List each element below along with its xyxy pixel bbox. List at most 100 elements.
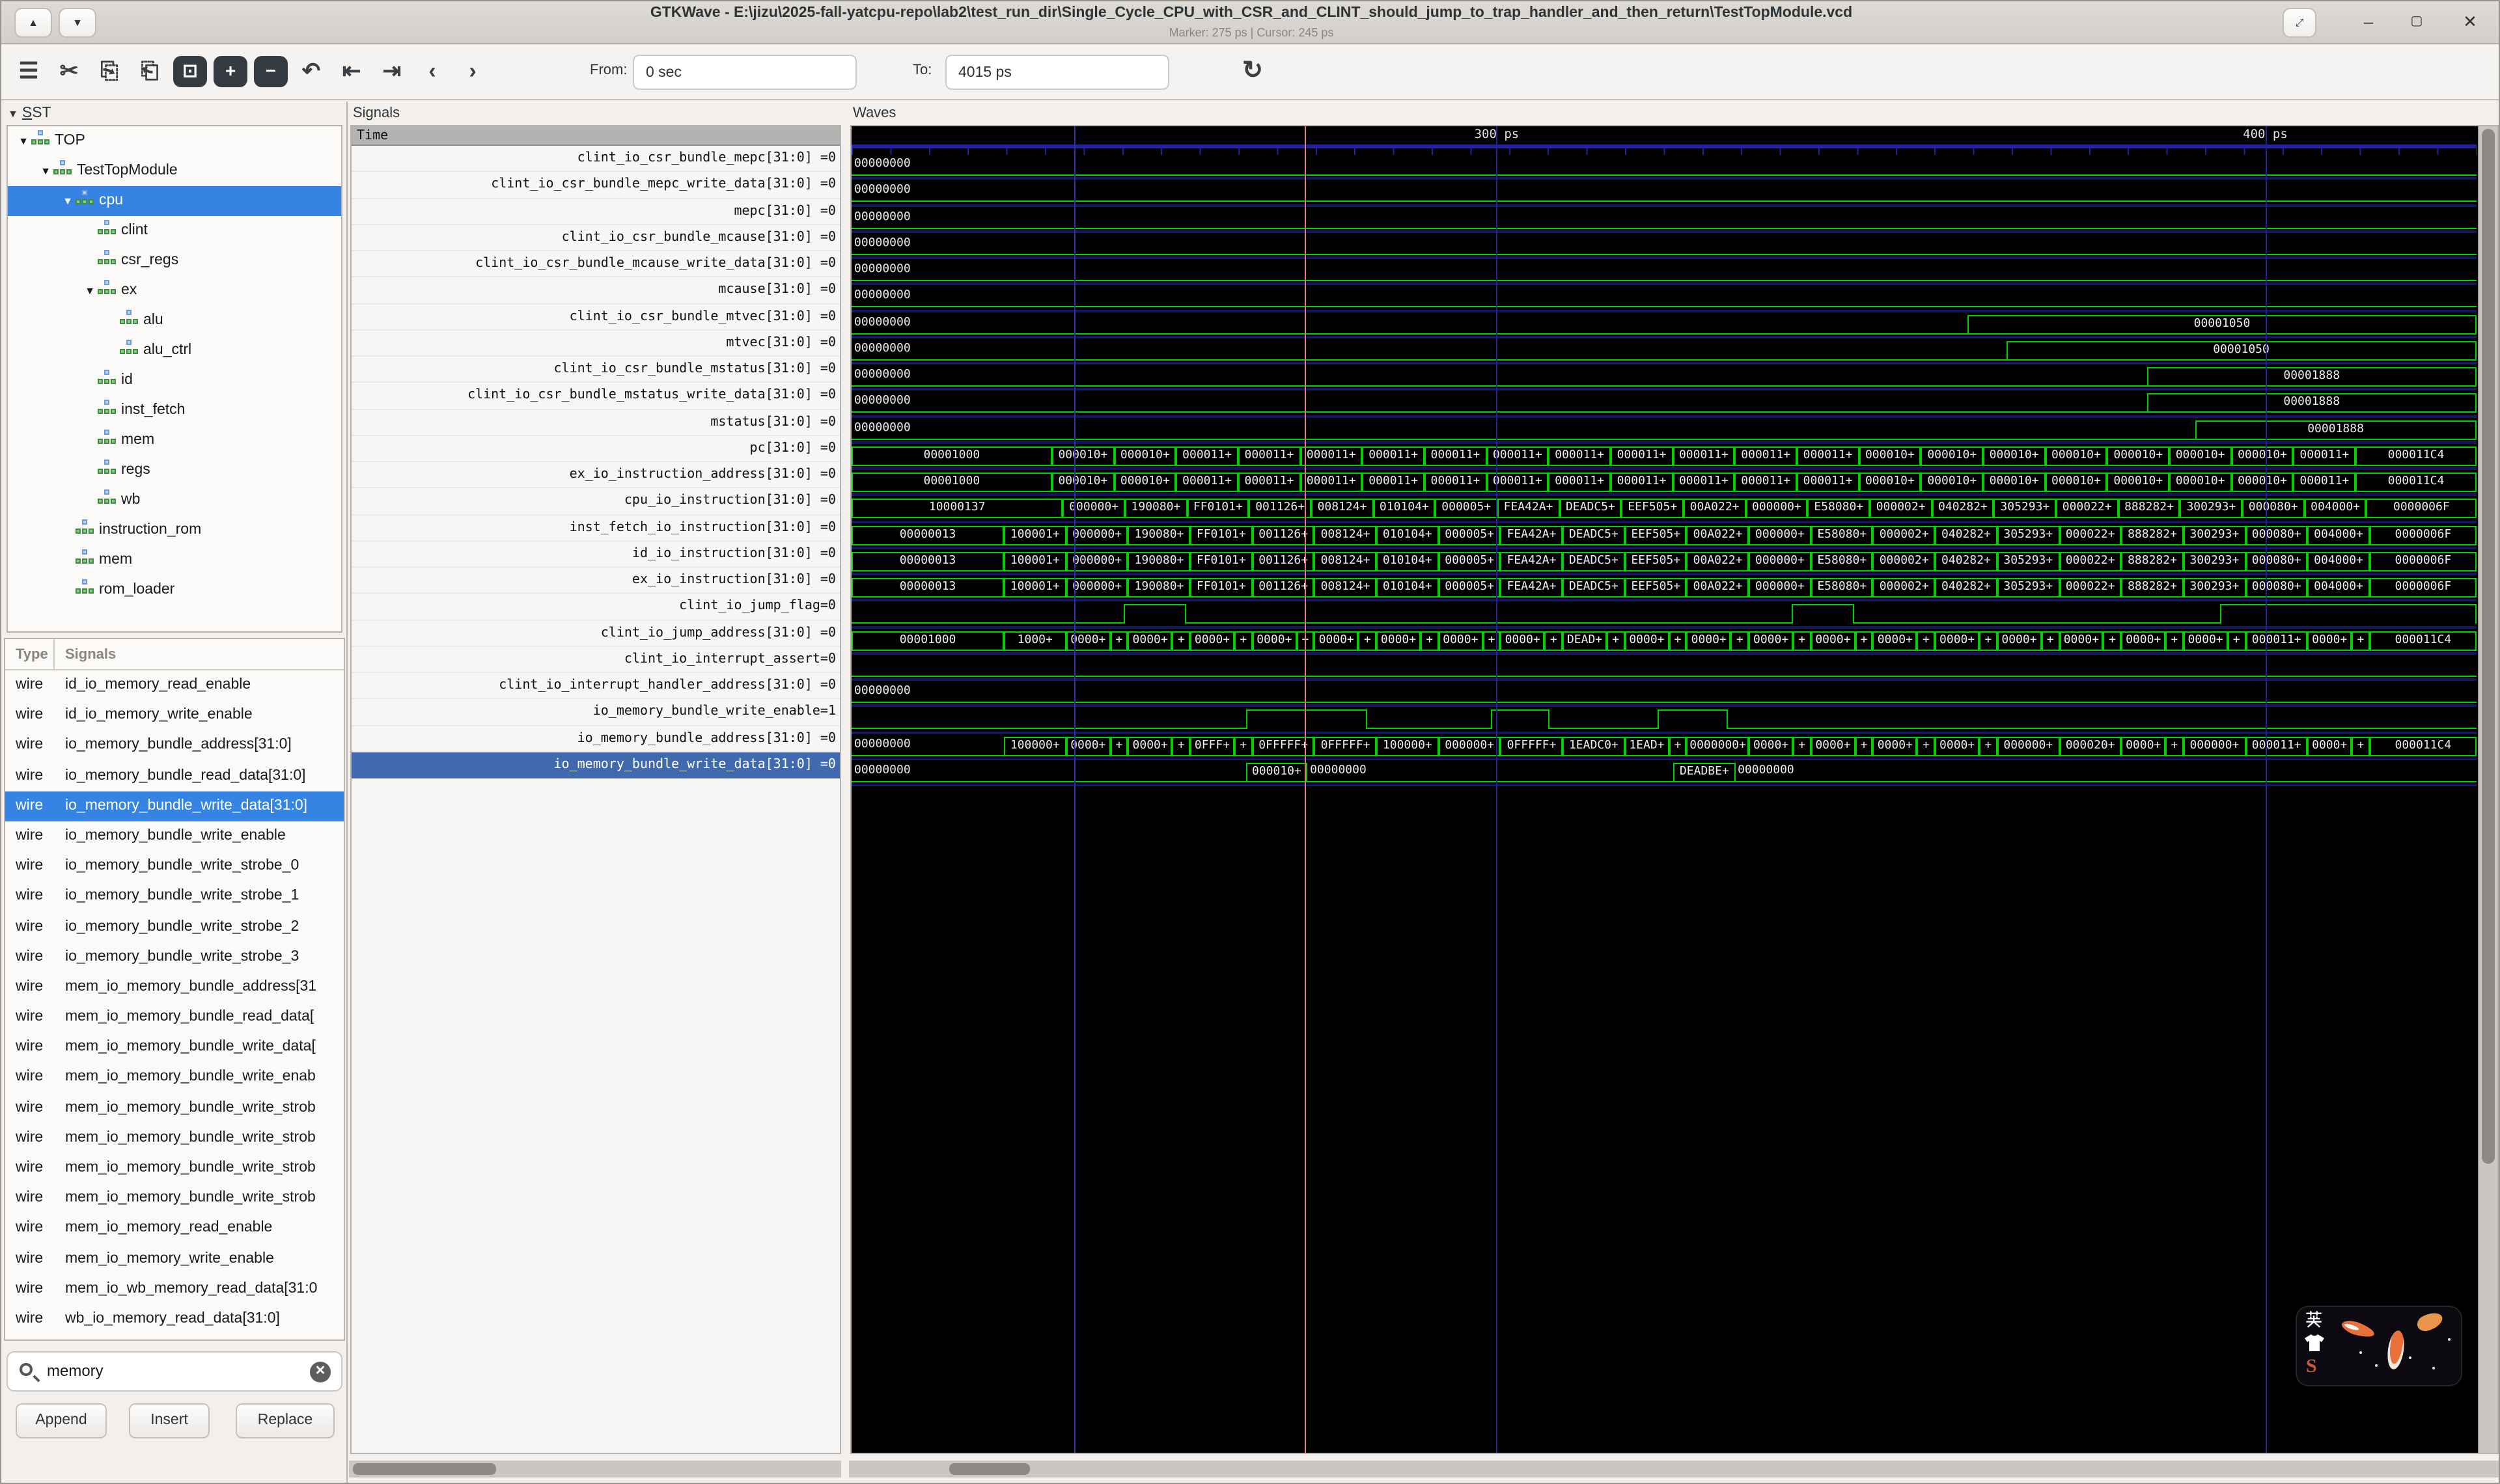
signal-row[interactable]: io_memory_bundle_write_enable=1 — [352, 700, 840, 726]
filter-row[interactable]: wiremem_io_memory_bundle_read_data[ — [5, 1002, 344, 1032]
signal-row[interactable]: ex_io_instruction[31:0] =0 — [352, 568, 840, 594]
signal-row[interactable]: clint_io_jump_flag=0 — [352, 594, 840, 621]
signal-row[interactable]: mepc[31:0] =0 — [352, 199, 840, 225]
tree-item-mem[interactable]: mem — [8, 426, 341, 456]
shade-down-button[interactable]: ▼ — [59, 8, 96, 38]
from-input[interactable] — [633, 55, 857, 90]
tree-item-wb[interactable]: wb — [8, 486, 341, 515]
tree-item-alu_ctrl[interactable]: alu_ctrl — [8, 336, 341, 366]
signal-row[interactable]: clint_io_csr_bundle_mstatus[31:0] =0 — [352, 357, 840, 383]
signal-row[interactable]: clint_io_csr_bundle_mcause[31:0] =0 — [352, 225, 840, 252]
tree-item-inst_fetch[interactable]: inst_fetch — [8, 396, 341, 426]
signal-search[interactable]: memory ✕ — [7, 1351, 342, 1392]
cut-icon[interactable]: ✂ — [52, 55, 86, 89]
signal-row[interactable]: id_io_instruction[31:0] =0 — [352, 542, 840, 568]
signal-row[interactable]: mcause[31:0] =0 — [352, 278, 840, 305]
signal-row[interactable]: cpu_io_instruction[31:0] =0 — [352, 489, 840, 515]
close-button[interactable]: ✕ — [2454, 7, 2486, 38]
next-edge-icon[interactable]: › — [456, 55, 490, 89]
filter-row[interactable]: wireio_memory_bundle_write_enable — [5, 821, 344, 851]
shade-up-button[interactable]: ▲ — [14, 8, 52, 38]
signal-row[interactable]: clint_io_interrupt_handler_address[31:0]… — [352, 673, 840, 700]
zoom-fit-icon[interactable]: ⊡ — [173, 56, 207, 87]
sst-header[interactable]: ▼SST — [8, 105, 51, 121]
insert-button[interactable]: Insert — [129, 1403, 210, 1438]
filter-row[interactable]: wiremem_io_memory_bundle_write_strob — [5, 1093, 344, 1123]
signal-row[interactable]: clint_io_jump_address[31:0] =0 — [352, 620, 840, 647]
search-input[interactable]: memory — [47, 1362, 104, 1380]
filter-row[interactable]: wiremem_io_wb_memory_read_data[31:0 — [5, 1274, 344, 1304]
replace-button[interactable]: Replace — [236, 1403, 335, 1438]
minimize-button[interactable]: – — [2353, 7, 2384, 38]
prev-edge-icon[interactable]: ‹ — [415, 55, 449, 89]
tree-item-TOP[interactable]: ▼TOP — [8, 126, 341, 156]
tree-item-regs[interactable]: regs — [8, 456, 341, 486]
tree-item-cpu[interactable]: ▼cpu — [8, 186, 341, 216]
marker-line[interactable] — [1305, 126, 1306, 1453]
expander-icon[interactable]: ▼ — [38, 156, 53, 186]
signal-row[interactable]: clint_io_csr_bundle_mtvec[31:0] =0 — [352, 304, 840, 331]
filter-row[interactable]: wiremem_io_memory_write_enable — [5, 1244, 344, 1274]
filter-row[interactable]: wireio_memory_bundle_write_strobe_0 — [5, 851, 344, 881]
filter-row[interactable]: wiremem_io_memory_bundle_write_strob — [5, 1123, 344, 1153]
filter-row[interactable]: wireio_memory_bundle_address[31:0] — [5, 731, 344, 761]
filter-row[interactable]: wiremem_io_memory_bundle_write_strob — [5, 1153, 344, 1183]
filter-row[interactable]: wireio_memory_bundle_write_strobe_1 — [5, 882, 344, 912]
signal-row[interactable]: io_memory_bundle_write_data[31:0] =0 — [352, 752, 840, 779]
clear-search-icon[interactable]: ✕ — [310, 1362, 331, 1382]
expander-icon[interactable]: ▼ — [16, 126, 31, 156]
signal-row[interactable]: clint_io_csr_bundle_mepc_write_data[31:0… — [352, 172, 840, 199]
tree-item-instruction_rom[interactable]: instruction_rom — [8, 515, 341, 545]
skip-end-icon[interactable]: ⇥ — [375, 55, 409, 89]
tree-item-rom_loader[interactable]: rom_loader — [8, 575, 341, 605]
tree-item-TestTopModule[interactable]: ▼TestTopModule — [8, 156, 341, 186]
signal-row[interactable]: clint_io_interrupt_assert=0 — [352, 647, 840, 674]
waves-vertical-scrollbar[interactable] — [2478, 126, 2497, 1453]
wave-canvas[interactable]: 300 ps400 ps 000000000000000000000000000… — [852, 126, 2477, 1453]
tree-item-mem[interactable]: mem — [8, 545, 341, 575]
menu-icon[interactable]: ☰ — [12, 55, 46, 89]
filter-row[interactable]: wireio_memory_bundle_write_strobe_3 — [5, 942, 344, 972]
skip-start-icon[interactable]: ⇤ — [335, 55, 368, 89]
tree-item-csr_regs[interactable]: csr_regs — [8, 246, 341, 276]
tree-item-clint[interactable]: clint — [8, 216, 341, 246]
tree-item-alu[interactable]: alu — [8, 306, 341, 336]
signal-row[interactable]: io_memory_bundle_address[31:0] =0 — [352, 726, 840, 752]
signal-row[interactable]: ex_io_instruction_address[31:0] =0 — [352, 462, 840, 489]
expander-icon[interactable]: ▼ — [60, 186, 76, 216]
paste-icon[interactable]: ⎗ — [133, 55, 167, 89]
signal-row[interactable]: inst_fetch_io_instruction[31:0] =0 — [352, 515, 840, 542]
filter-row[interactable]: wirewb_io_memory_read_data[31:0] — [5, 1304, 344, 1334]
filter-row[interactable]: wireid_io_memory_read_enable — [5, 670, 344, 700]
signal-row[interactable]: pc[31:0] =0 — [352, 436, 840, 463]
signals-horizontal-scrollbar[interactable] — [349, 1461, 841, 1477]
filter-row[interactable]: wiremem_io_memory_bundle_write_enab — [5, 1063, 344, 1093]
signal-row[interactable]: clint_io_csr_bundle_mcause_write_data[31… — [352, 251, 840, 278]
maximize-button[interactable]: ▢ — [2401, 7, 2432, 38]
filter-row[interactable]: wireio_memory_bundle_read_data[31:0] — [5, 761, 344, 791]
signal-row[interactable]: mstatus[31:0] =0 — [352, 409, 840, 436]
filter-row[interactable]: wireio_memory_bundle_write_data[31:0] — [5, 791, 344, 821]
time-header[interactable]: Time — [352, 126, 840, 146]
filter-row[interactable]: wireio_memory_bundle_write_strobe_2 — [5, 912, 344, 942]
append-button[interactable]: Append — [16, 1403, 107, 1438]
scrollbar-thumb[interactable] — [2482, 129, 2495, 1164]
waves-horizontal-scrollbar[interactable] — [849, 1461, 2499, 1477]
zoom-in-icon[interactable]: + — [214, 56, 247, 87]
undo-icon[interactable]: ↶ — [294, 55, 328, 89]
signal-row[interactable]: clint_io_csr_bundle_mepc[31:0] =0 — [352, 146, 840, 172]
tree-item-ex[interactable]: ▼ex — [8, 276, 341, 306]
signal-row[interactable]: mtvec[31:0] =0 — [352, 331, 840, 357]
filter-row[interactable]: wiremem_io_memory_read_enable — [5, 1214, 344, 1244]
filter-row[interactable]: wiremem_io_memory_bundle_write_data[ — [5, 1033, 344, 1063]
copy-icon[interactable]: ⎘ — [92, 55, 126, 89]
to-input[interactable] — [945, 55, 1169, 90]
reload-icon[interactable]: ↻ — [1236, 55, 1270, 89]
filter-row[interactable]: wiremem_io_memory_bundle_address[31 — [5, 972, 344, 1002]
tree-item-id[interactable]: id — [8, 366, 341, 396]
filter-row[interactable]: wiremem_io_memory_bundle_write_strob — [5, 1183, 344, 1213]
signal-row[interactable]: clint_io_csr_bundle_mstatus_write_data[3… — [352, 383, 840, 410]
expand-button[interactable]: ⤢ — [2283, 8, 2316, 38]
scrollbar-thumb[interactable] — [353, 1463, 496, 1475]
scrollbar-thumb[interactable] — [949, 1463, 1030, 1475]
